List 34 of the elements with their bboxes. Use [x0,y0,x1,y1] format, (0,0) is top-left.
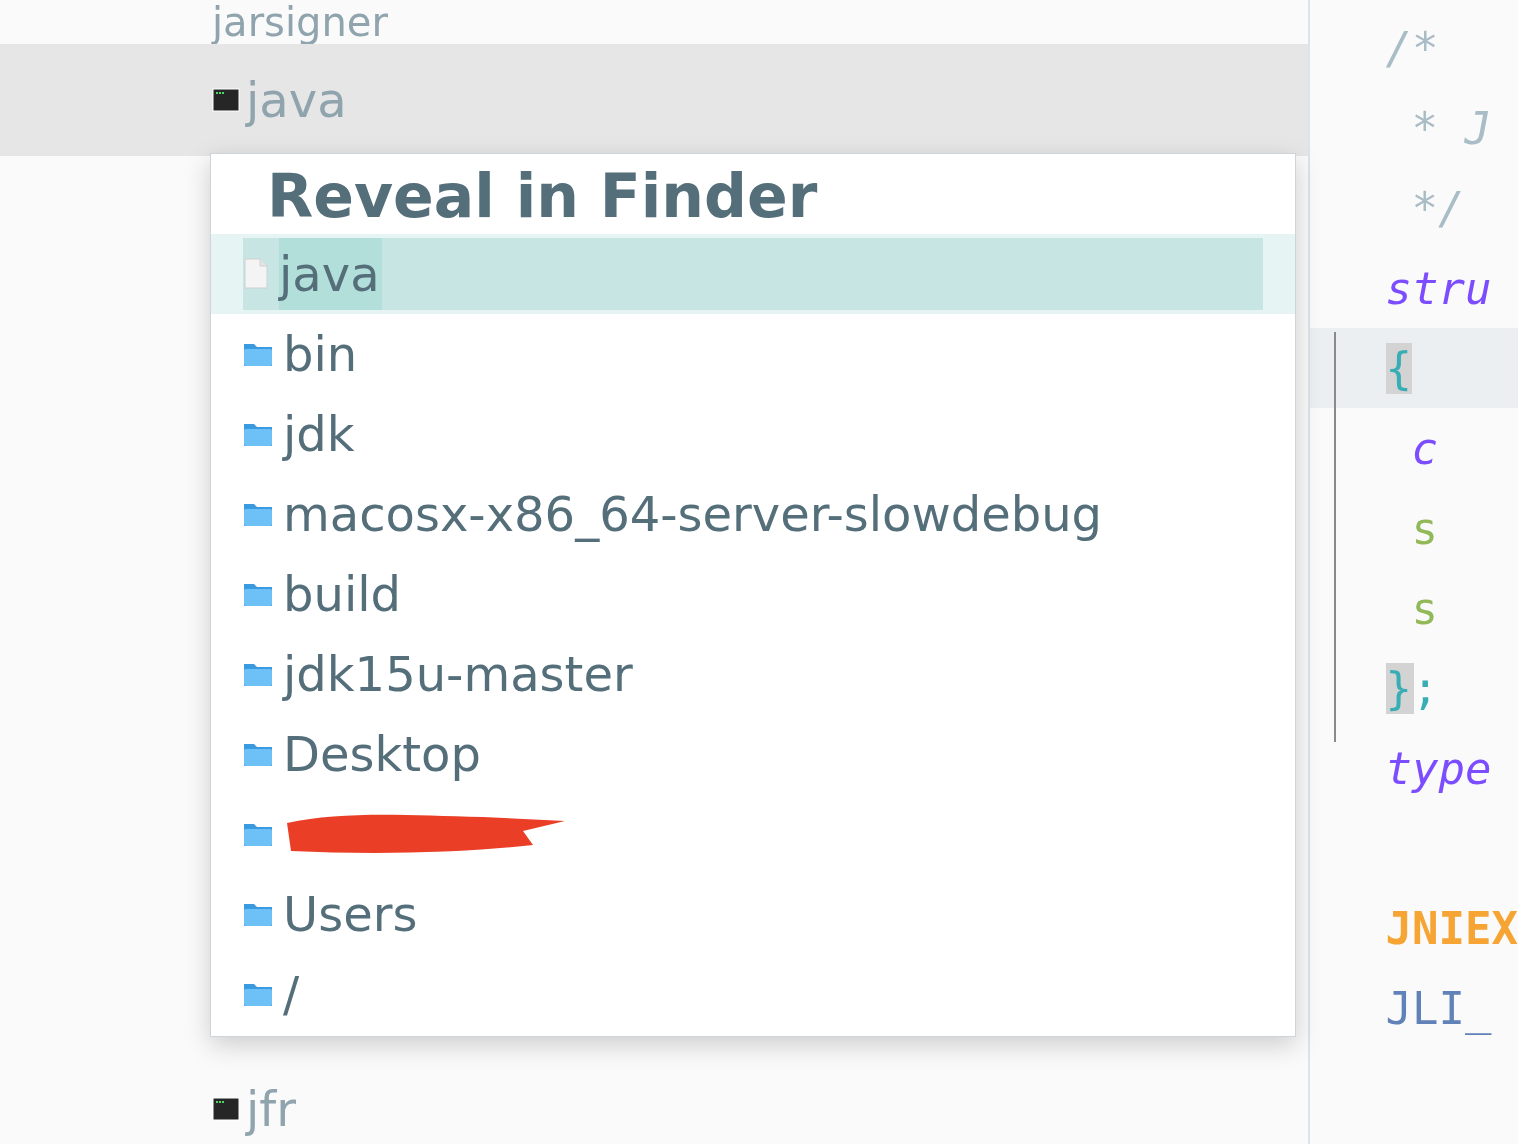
path-item[interactable]: jdk15u-master [211,634,1295,714]
code-text: stru [1385,262,1492,314]
path-item[interactable]: / [211,954,1295,1034]
code-text: JNIEX [1385,902,1518,954]
path-item[interactable]: build [211,554,1295,634]
file-name: jarsigner [212,2,388,42]
code-text: * J [1411,102,1492,154]
terminal-icon [212,88,240,112]
path-item[interactable]: bin [211,314,1295,394]
popup-title: Reveal in Finder [266,160,819,233]
folder-icon [243,901,273,927]
code-text: */ [1411,182,1465,234]
folder-icon [243,821,273,847]
folder-icon [243,741,273,767]
code-text: JLI_ [1385,982,1492,1034]
folder-icon [243,421,273,447]
document-icon [243,258,269,290]
folder-icon [243,341,273,367]
code-text: /* [1385,22,1439,74]
code-text: s [1411,502,1439,554]
code-text: { [1385,342,1413,394]
folder-icon [243,661,273,687]
code-text: s [1411,582,1439,634]
path-item[interactable]: jdk [211,394,1295,474]
path-item[interactable]: macosx-x86_64-server-slowdebug [211,474,1295,554]
folder-icon [243,981,273,1007]
terminal-icon [212,1097,240,1121]
path-item[interactable]: Users [211,874,1295,954]
code-text: type [1385,742,1492,794]
folder-icon [243,501,273,527]
path-item[interactable]: java [211,234,1295,314]
path-item[interactable]: Desktop [211,714,1295,794]
code-text: c [1411,422,1439,474]
folder-icon [243,581,273,607]
